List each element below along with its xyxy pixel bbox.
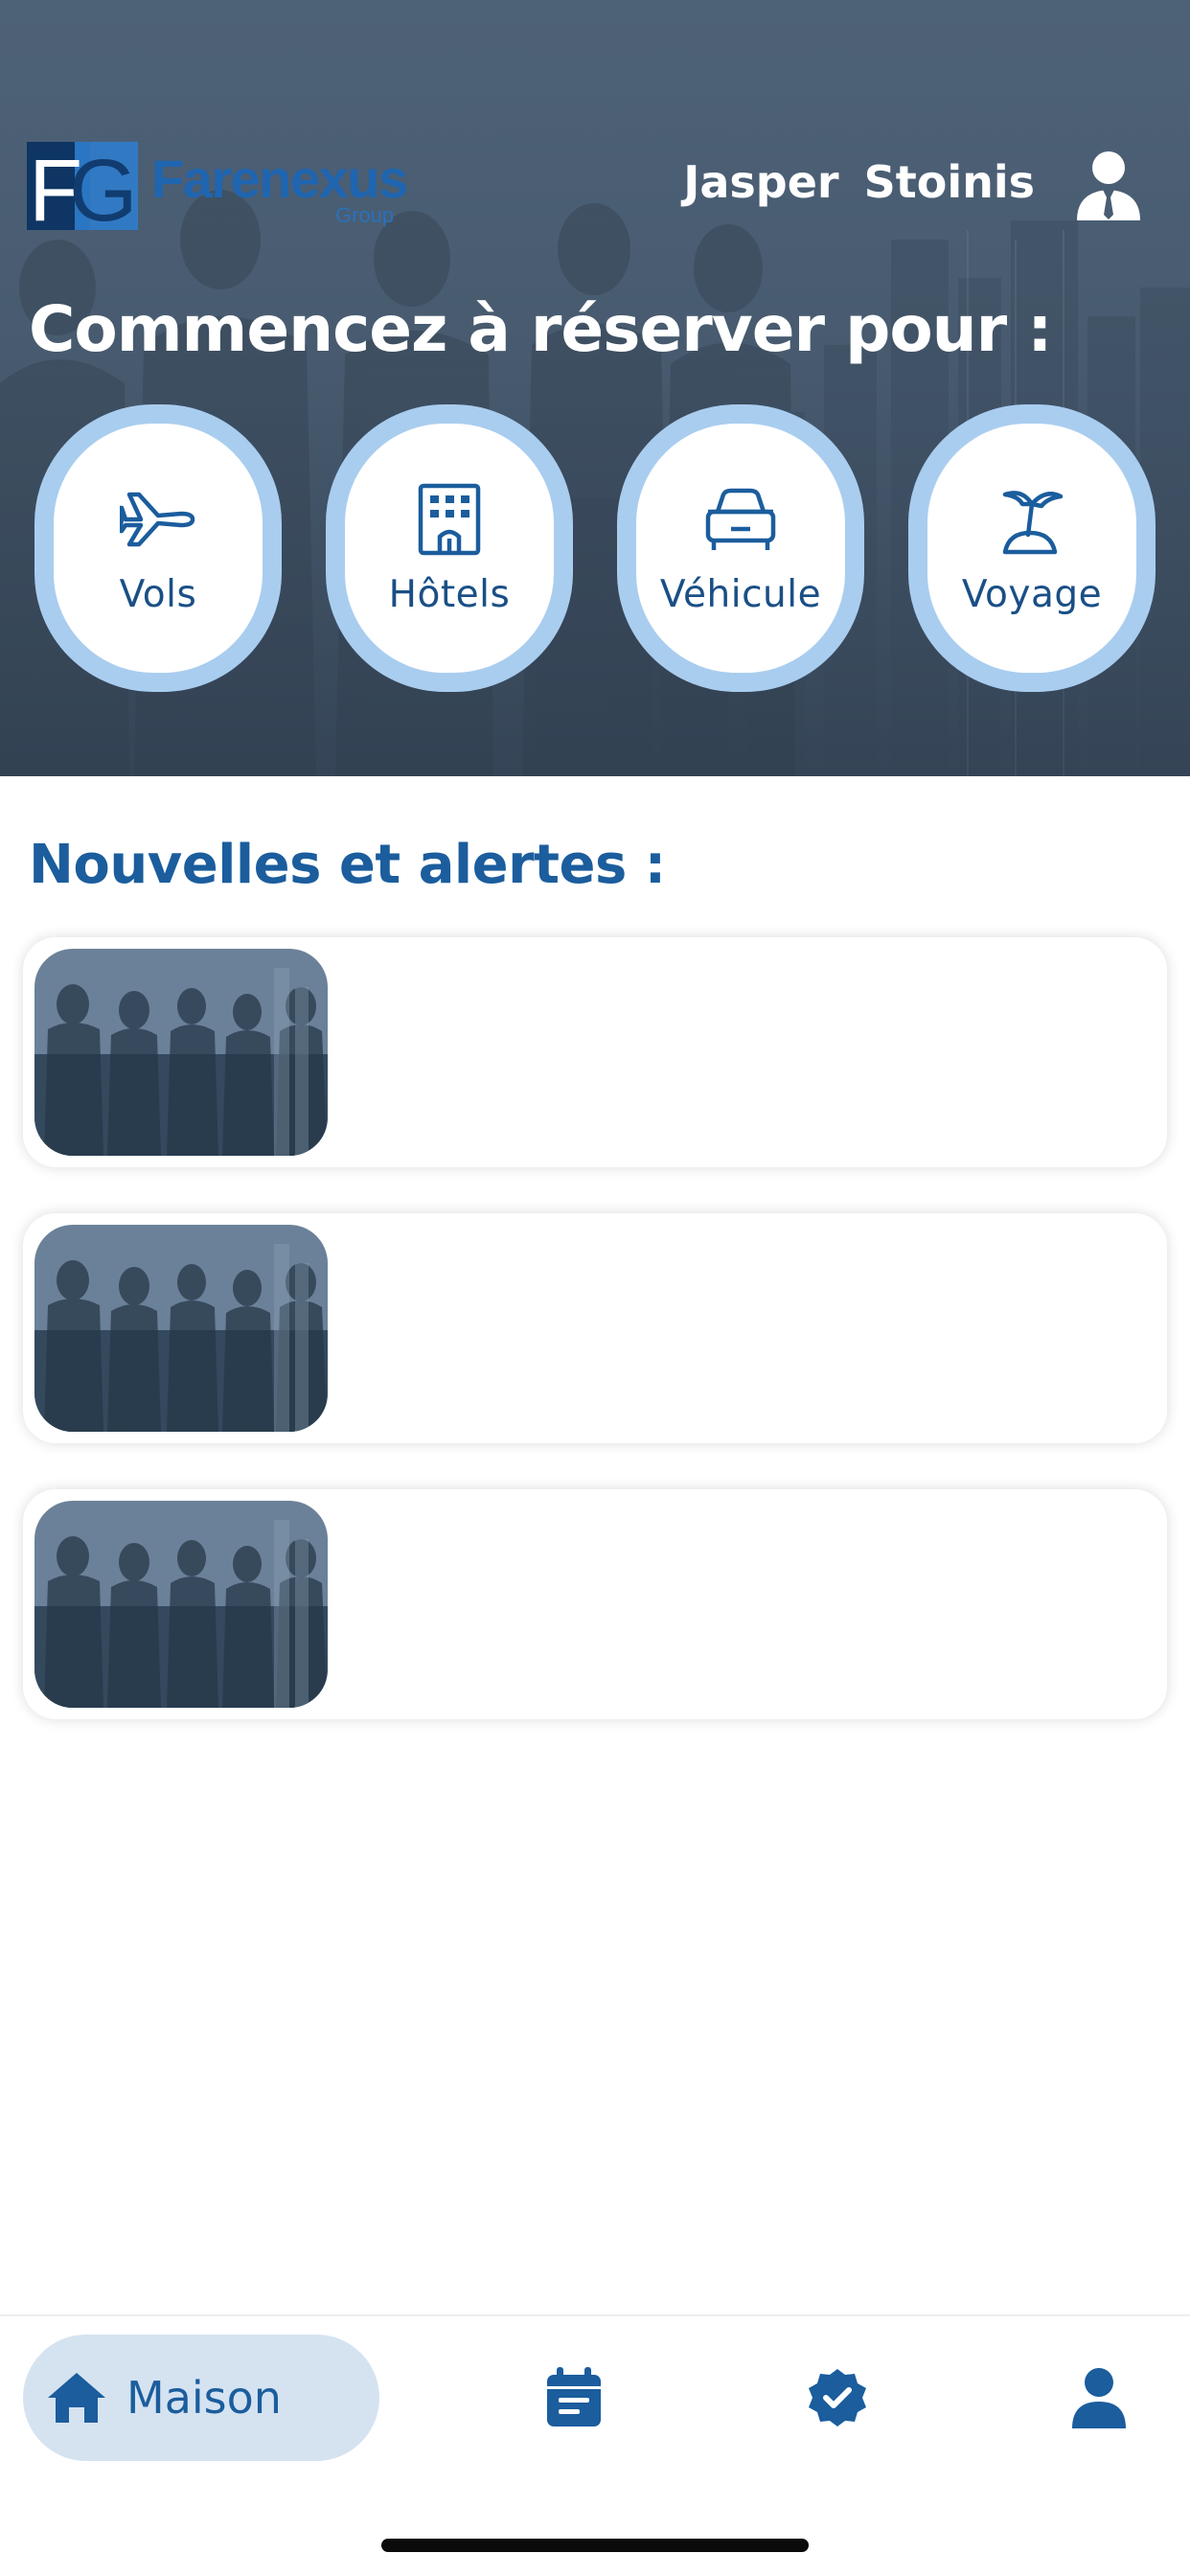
nav-home-tab[interactable]: Maison xyxy=(23,2334,379,2461)
nav-home-label: Maison xyxy=(126,2372,282,2424)
hero-banner: F G Farenexus Group Jasper Stoinis Comme… xyxy=(0,0,1190,776)
category-label: Véhicule xyxy=(659,573,822,616)
category-vehicle-button[interactable]: Véhicule xyxy=(617,404,864,692)
category-hotels-button[interactable]: Hôtels xyxy=(326,404,573,692)
news-card[interactable] xyxy=(23,1489,1167,1719)
car-icon xyxy=(705,488,776,550)
news-section-title: Nouvelles et alertes : xyxy=(29,834,666,896)
news-card[interactable] xyxy=(23,1213,1167,1443)
plane-icon xyxy=(120,492,195,547)
category-flights-button[interactable]: Vols xyxy=(34,404,282,692)
hero-title: Commencez à réserver pour : xyxy=(29,292,1053,366)
brand-subtitle: Group xyxy=(335,203,395,227)
brand-logo: F G Farenexus Group xyxy=(27,142,410,230)
news-thumbnail xyxy=(34,949,328,1156)
category-label: Voyage xyxy=(961,573,1103,616)
calendar-icon xyxy=(547,2367,601,2426)
category-label: Vols xyxy=(119,573,197,616)
verified-badge-icon xyxy=(809,2369,866,2426)
news-thumbnail xyxy=(34,1225,328,1432)
business-team-image xyxy=(34,1501,328,1708)
bottom-navigation: Maison xyxy=(0,2314,1190,2576)
palm-island-icon xyxy=(1002,491,1064,555)
home-icon xyxy=(48,2373,105,2423)
nav-profile-tab[interactable] xyxy=(1056,2355,1142,2441)
news-thumbnail xyxy=(34,1501,328,1708)
user-name[interactable]: Jasper Stoinis xyxy=(683,156,1035,208)
category-label: Hôtels xyxy=(388,573,511,616)
hotel-icon xyxy=(418,483,481,556)
home-indicator-bar[interactable] xyxy=(381,2539,809,2552)
profile-icon xyxy=(1072,2368,1126,2428)
category-trip-button[interactable]: Voyage xyxy=(908,404,1156,692)
nav-bookings-tab[interactable] xyxy=(531,2355,617,2441)
brand-name: Farenexus xyxy=(151,149,408,209)
business-team-image xyxy=(34,1225,328,1432)
fg-logo-mark: F G xyxy=(27,142,138,230)
user-tie-icon[interactable] xyxy=(1077,151,1140,220)
nav-approvals-tab[interactable] xyxy=(794,2355,881,2441)
news-card[interactable] xyxy=(23,937,1167,1167)
business-team-image xyxy=(34,949,328,1156)
svg-text:G: G xyxy=(69,142,138,230)
